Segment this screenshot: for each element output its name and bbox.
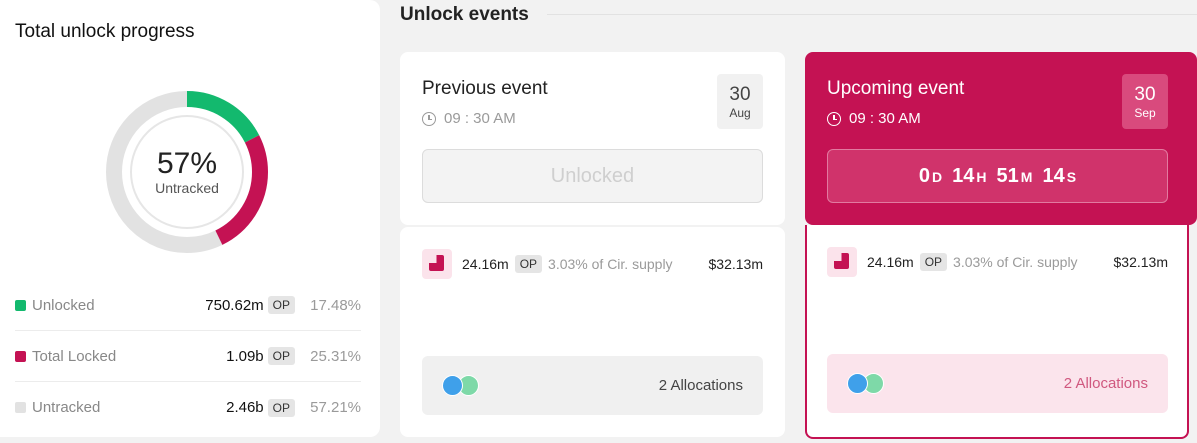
legend-swatch-unlocked (15, 299, 26, 311)
allocation-avatars (442, 374, 482, 397)
allocation-avatars (847, 372, 887, 395)
countdown-timer: 0D 14 H 51 M 14 S (827, 149, 1168, 203)
upcoming-event-title: Upcoming event (827, 78, 965, 99)
token-tag: OP (267, 296, 295, 314)
op-token-icon (422, 249, 452, 279)
op-token-icon (827, 247, 857, 277)
allocations-label: 2 Allocations (658, 377, 743, 394)
donut-center: 57% Untracked (100, 85, 274, 259)
upcoming-event-card[interactable]: Upcoming event 09 : 30 AM 30 Sep 0D 14 H … (805, 52, 1197, 225)
previous-event-time: 09 : 30 AM (422, 110, 516, 127)
token-amount: 24.16m (867, 254, 914, 270)
upcoming-token-row: 24.16m OP 3.03% of Cir. supply $32.13m (827, 247, 1168, 277)
previous-token-row: 24.16m OP 3.03% of Cir. supply $32.13m (422, 249, 763, 279)
token-tag: OP (919, 253, 948, 271)
date-day: 30 (1134, 83, 1156, 105)
upcoming-allocations-button[interactable]: 2 Allocations (827, 354, 1168, 413)
token-usd-value: $32.13m (1113, 254, 1168, 270)
legend-value: 750.62m (205, 296, 264, 314)
previous-allocations-button[interactable]: 2 Allocations (422, 356, 763, 415)
supply-percent: 3.03% of Cir. supply (548, 256, 673, 272)
date-month: Aug (729, 105, 751, 120)
previous-event-details: 24.16m OP 3.03% of Cir. supply $32.13m 2… (400, 227, 785, 437)
countdown-days: 0D (918, 164, 943, 187)
date-day: 30 (729, 83, 751, 105)
countdown-hours: 14 H (952, 164, 987, 187)
countdown-seconds: 14 S (1042, 164, 1077, 187)
clock-icon (827, 111, 841, 126)
previous-event-title: Previous event (422, 78, 548, 99)
token-tag: OP (514, 255, 543, 273)
event-time-text: 09 : 30 AM (444, 110, 516, 127)
date-month: Sep (1134, 105, 1156, 120)
countdown-minutes: 51 M (996, 164, 1033, 187)
legend-row-total-locked: Total Locked 1.09b OP 25.31% (15, 331, 361, 382)
token-tag: OP (267, 347, 295, 365)
unlock-progress-card: Total unlock progress 57% Untracked Unlo… (0, 0, 380, 437)
allocations-label: 2 Allocations (1063, 375, 1148, 392)
legend-percent: 25.31% (310, 347, 361, 365)
legend-value: 1.09b (226, 347, 264, 365)
progress-legend: Unlocked 750.62m OP 17.48% Total Locked … (15, 280, 361, 433)
token-tag: OP (267, 398, 295, 417)
legend-label: Unlocked (32, 296, 95, 314)
unlock-events-title: Unlock events (400, 4, 529, 25)
legend-label: Total Locked (32, 347, 117, 365)
legend-row-untracked: Untracked 2.46b OP 57.21% (15, 382, 361, 433)
section-divider (547, 14, 1197, 15)
legend-value: 2.46b (226, 399, 264, 416)
legend-swatch-locked (15, 350, 26, 362)
upcoming-event-date: 30 Sep (1122, 74, 1168, 129)
allocation-avatar-icon (442, 374, 463, 396)
token-usd-value: $32.13m (708, 256, 763, 272)
upcoming-event-details: 24.16m OP 3.03% of Cir. supply $32.13m 2… (805, 225, 1189, 439)
previous-event-date: 30 Aug (717, 74, 763, 129)
legend-swatch-untracked (15, 402, 26, 413)
allocation-avatar-icon (847, 372, 868, 394)
progress-title: Total unlock progress (15, 21, 195, 42)
event-time-text: 09 : 30 AM (849, 110, 921, 127)
donut-subtitle: Untracked (155, 180, 219, 196)
legend-label: Untracked (32, 399, 101, 416)
upcoming-event-time: 09 : 30 AM (827, 110, 921, 127)
clock-icon (422, 111, 436, 126)
donut-percent: 57% (156, 147, 218, 180)
token-amount: 24.16m (462, 256, 509, 272)
legend-percent: 17.48% (310, 296, 361, 314)
legend-row-unlocked: Unlocked 750.62m OP 17.48% (15, 280, 361, 331)
unlocked-status-button: Unlocked (422, 149, 763, 203)
supply-percent: 3.03% of Cir. supply (953, 254, 1078, 270)
legend-percent: 57.21% (310, 399, 361, 416)
previous-event-card[interactable]: Previous event 09 : 30 AM 30 Aug Unlocke… (400, 52, 785, 225)
